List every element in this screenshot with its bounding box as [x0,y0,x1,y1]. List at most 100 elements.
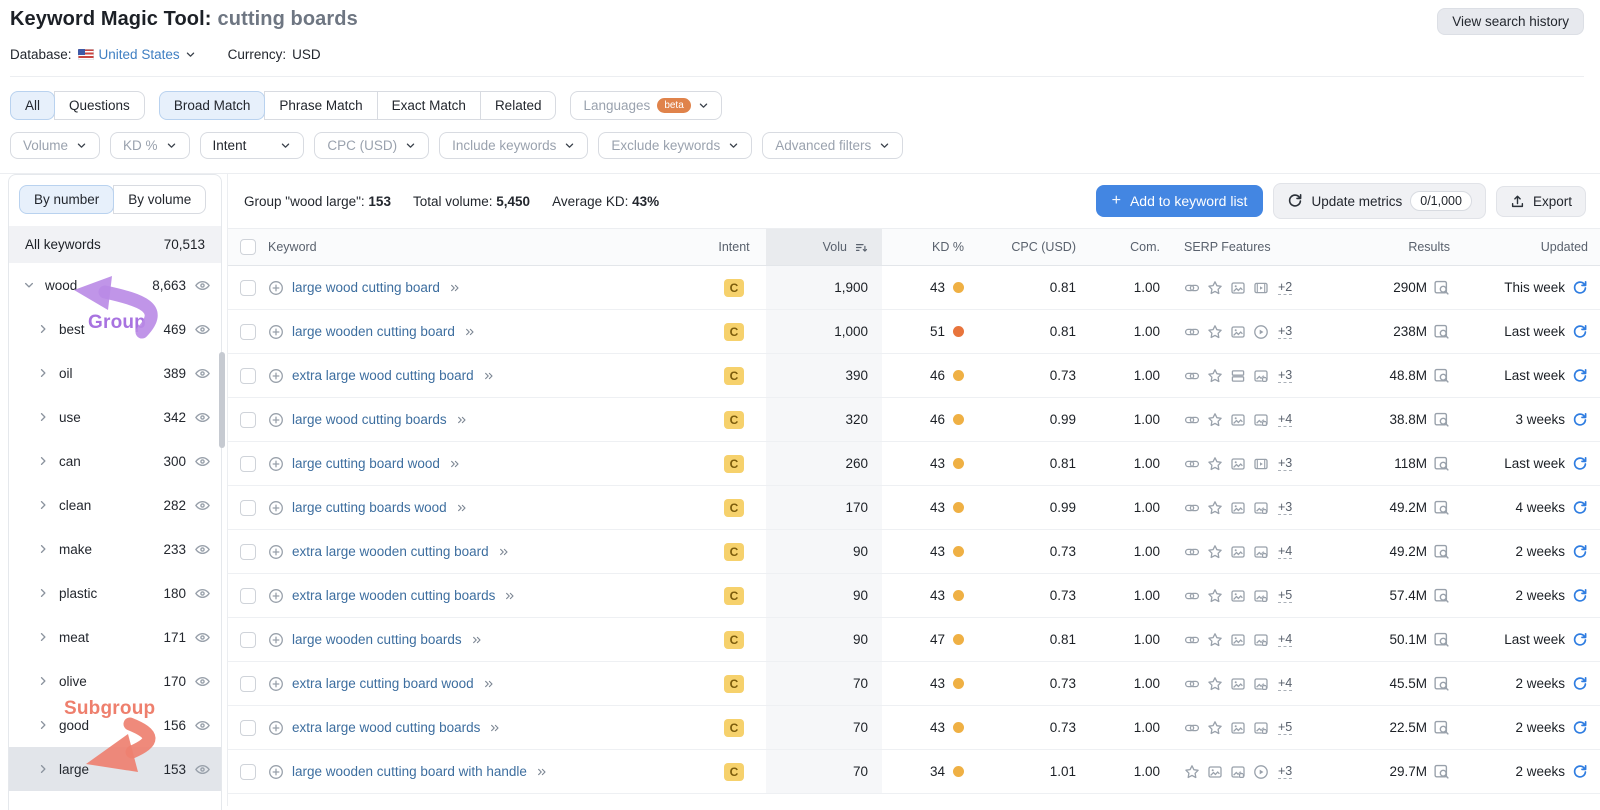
add-keyword-icon[interactable] [268,764,284,780]
eye-icon[interactable] [194,717,211,734]
add-to-keyword-list-button[interactable]: + Add to keyword list [1095,185,1264,217]
row-checkbox[interactable] [240,279,256,296]
filter-include-keywords[interactable]: Include keywords [439,132,589,159]
add-keyword-icon[interactable] [268,324,284,340]
add-keyword-icon[interactable] [268,456,284,472]
keyword-link[interactable]: large wood cutting board [292,280,440,295]
eye-icon[interactable] [194,673,211,690]
serp-snapshot-icon[interactable] [1433,763,1450,780]
serp-snapshot-icon[interactable] [1433,367,1450,384]
row-checkbox[interactable] [240,367,256,384]
col-volume[interactable]: Volu [766,229,882,265]
chevron-right-icon[interactable] [37,409,53,425]
eye-icon[interactable] [194,453,211,470]
refresh-icon[interactable] [1572,676,1588,692]
serp-more-count[interactable]: +5 [1278,588,1293,603]
serp-snapshot-icon[interactable] [1433,455,1450,472]
chevron-right-icon[interactable] [37,365,53,381]
row-checkbox[interactable] [240,719,256,736]
col-updated[interactable]: Updated [1541,240,1588,254]
chevron-right-icon[interactable] [37,717,53,733]
row-checkbox[interactable] [240,763,256,780]
sidebar-group-plastic[interactable]: plastic 180 [9,571,221,615]
filter-cpc-usd-[interactable]: CPC (USD) [314,132,430,159]
view-search-history-button[interactable]: View search history [1437,8,1584,35]
serp-snapshot-icon[interactable] [1433,587,1450,604]
sidebar-group-wood[interactable]: wood 8,663 [9,263,221,307]
refresh-icon[interactable] [1572,456,1588,472]
add-keyword-icon[interactable] [268,500,284,516]
serp-snapshot-icon[interactable] [1433,499,1450,516]
expand-keyword-icon[interactable] [482,370,496,382]
serp-snapshot-icon[interactable] [1433,543,1450,560]
keyword-link[interactable]: extra large wood cutting board [292,368,474,383]
expand-keyword-icon[interactable] [470,634,484,646]
tab-broad-match[interactable]: Broad Match [158,91,266,120]
serp-snapshot-icon[interactable] [1433,631,1450,648]
filter-advanced-filters[interactable]: Advanced filters [762,132,904,159]
col-results[interactable]: Results [1408,240,1450,254]
keyword-link[interactable]: large wooden cutting boards [292,632,462,647]
eye-icon[interactable] [194,541,211,558]
serp-more-count[interactable]: +4 [1278,676,1293,691]
sidebar-group-oil[interactable]: oil 389 [9,351,221,395]
database-selector[interactable]: United States [77,47,196,62]
col-com[interactable]: Com. [1130,240,1160,254]
col-kd[interactable]: KD % [932,240,964,254]
refresh-icon[interactable] [1572,764,1588,780]
keyword-link[interactable]: extra large wood cutting boards [292,720,480,735]
sidebar-group-olive[interactable]: olive 170 [9,659,221,703]
expand-keyword-icon[interactable] [448,282,462,294]
chevron-down-icon[interactable] [23,277,39,293]
row-checkbox[interactable] [240,499,256,516]
refresh-icon[interactable] [1572,324,1588,340]
refresh-icon[interactable] [1572,280,1588,296]
sidebar-group-good[interactable]: good 156 [9,703,221,747]
refresh-icon[interactable] [1572,632,1588,648]
sidebar-group-clean[interactable]: clean 282 [9,483,221,527]
filter-intent[interactable]: Intent [199,132,305,159]
serp-more-count[interactable]: +3 [1278,456,1293,471]
filter-exclude-keywords[interactable]: Exclude keywords [598,132,753,159]
sidebar-toggle-by-volume[interactable]: By volume [113,185,207,214]
chevron-right-icon[interactable] [37,541,53,557]
row-checkbox[interactable] [240,631,256,648]
serp-more-count[interactable]: +4 [1278,544,1293,559]
all-keywords-row[interactable]: All keywords 70,513 [9,226,221,263]
eye-icon[interactable] [194,629,211,646]
refresh-icon[interactable] [1572,500,1588,516]
serp-more-count[interactable]: +3 [1278,764,1293,779]
refresh-icon[interactable] [1572,412,1588,428]
select-all-checkbox[interactable] [240,239,256,255]
add-keyword-icon[interactable] [268,720,284,736]
refresh-icon[interactable] [1572,720,1588,736]
keyword-link[interactable]: extra large wooden cutting board [292,544,489,559]
chevron-right-icon[interactable] [37,761,53,777]
serp-more-count[interactable]: +3 [1278,324,1293,339]
chevron-right-icon[interactable] [37,497,53,513]
expand-keyword-icon[interactable] [455,414,469,426]
refresh-icon[interactable] [1572,588,1588,604]
serp-snapshot-icon[interactable] [1433,719,1450,736]
eye-icon[interactable] [194,409,211,426]
eye-icon[interactable] [194,365,211,382]
export-button[interactable]: Export [1495,185,1586,217]
chevron-right-icon[interactable] [37,585,53,601]
chevron-right-icon[interactable] [37,453,53,469]
eye-icon[interactable] [194,321,211,338]
add-keyword-icon[interactable] [268,632,284,648]
add-keyword-icon[interactable] [268,280,284,296]
update-metrics-button[interactable]: Update metrics 0/1,000 [1273,183,1486,219]
keyword-link[interactable]: large cutting boards wood [292,500,447,515]
sidebar-scrollbar[interactable] [219,352,225,448]
add-keyword-icon[interactable] [268,368,284,384]
col-intent[interactable]: Intent [718,240,749,254]
serp-more-count[interactable]: +3 [1278,500,1293,515]
sidebar-group-use[interactable]: use 342 [9,395,221,439]
filter-volume[interactable]: Volume [10,132,101,159]
languages-dropdown[interactable]: Languages beta [570,91,722,120]
keyword-link[interactable]: large wooden cutting board [292,324,455,339]
keyword-link[interactable]: extra large wooden cutting boards [292,588,495,603]
keyword-link[interactable]: large wooden cutting board with handle [292,764,527,779]
col-cpc[interactable]: CPC (USD) [1011,240,1076,254]
